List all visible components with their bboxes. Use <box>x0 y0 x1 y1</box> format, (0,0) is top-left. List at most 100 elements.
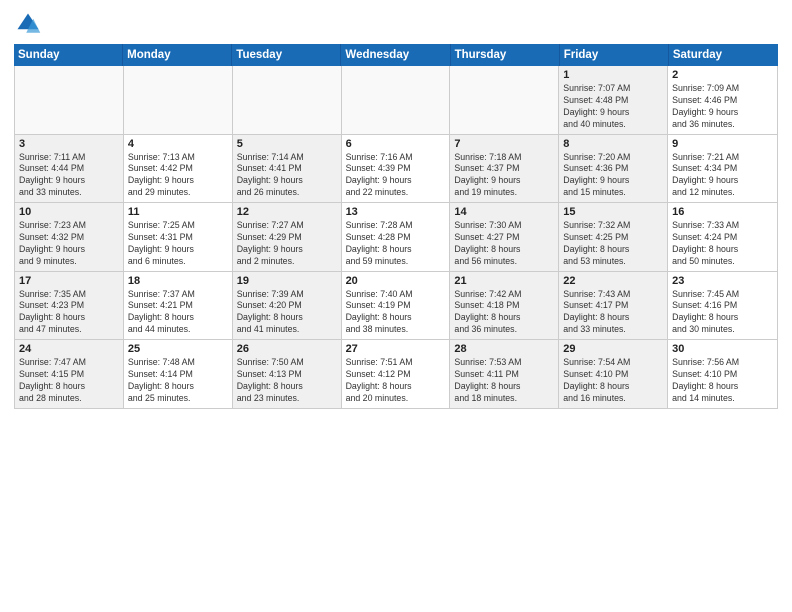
day-info: Sunrise: 7:35 AM Sunset: 4:23 PM Dayligh… <box>19 289 119 337</box>
day-info: Sunrise: 7:14 AM Sunset: 4:41 PM Dayligh… <box>237 152 337 200</box>
day-info: Sunrise: 7:37 AM Sunset: 4:21 PM Dayligh… <box>128 289 228 337</box>
day-number: 27 <box>346 343 446 355</box>
header <box>14 10 778 38</box>
day-number: 10 <box>19 206 119 218</box>
day-info: Sunrise: 7:28 AM Sunset: 4:28 PM Dayligh… <box>346 220 446 268</box>
day-info: Sunrise: 7:25 AM Sunset: 4:31 PM Dayligh… <box>128 220 228 268</box>
cal-cell: 12 Sunrise: 7:27 AM Sunset: 4:29 PM Dayli… <box>233 203 342 271</box>
day-info: Sunrise: 7:18 AM Sunset: 4:37 PM Dayligh… <box>454 152 554 200</box>
day-info: Sunrise: 7:51 AM Sunset: 4:12 PM Dayligh… <box>346 357 446 405</box>
cal-cell: 15 Sunrise: 7:32 AM Sunset: 4:25 PM Dayli… <box>559 203 668 271</box>
day-number: 29 <box>563 343 663 355</box>
day-number: 3 <box>19 138 119 150</box>
week-row-4: 17 Sunrise: 7:35 AM Sunset: 4:23 PM Dayli… <box>15 272 777 341</box>
cal-cell: 22Sunrise: 7:43 AM Sunset: 4:17 PM Dayli… <box>559 272 668 340</box>
cal-cell: 5 Sunrise: 7:14 AM Sunset: 4:41 PM Daylig… <box>233 135 342 203</box>
day-number: 22 <box>563 275 663 287</box>
day-number: 25 <box>128 343 228 355</box>
day-number: 21 <box>454 275 554 287</box>
calendar: SundayMondayTuesdayWednesdayThursdayFrid… <box>14 44 778 602</box>
day-info: Sunrise: 7:21 AM Sunset: 4:34 PM Dayligh… <box>672 152 773 200</box>
cal-cell: 3 Sunrise: 7:11 AM Sunset: 4:44 PM Daylig… <box>15 135 124 203</box>
cal-cell: 2 Sunrise: 7:09 AM Sunset: 4:46 PM Daylig… <box>668 66 777 134</box>
logo-icon <box>14 10 42 38</box>
col-header-thursday: Thursday <box>451 44 560 66</box>
day-number: 2 <box>672 69 773 81</box>
day-number: 6 <box>346 138 446 150</box>
day-info: Sunrise: 7:11 AM Sunset: 4:44 PM Dayligh… <box>19 152 119 200</box>
day-info: Sunrise: 7:30 AM Sunset: 4:27 PM Dayligh… <box>454 220 554 268</box>
day-info: Sunrise: 7:23 AM Sunset: 4:32 PM Dayligh… <box>19 220 119 268</box>
cal-cell: 27 Sunrise: 7:51 AM Sunset: 4:12 PM Dayli… <box>342 340 451 408</box>
cal-cell: 19 Sunrise: 7:39 AM Sunset: 4:20 PM Dayli… <box>233 272 342 340</box>
day-info: Sunrise: 7:27 AM Sunset: 4:29 PM Dayligh… <box>237 220 337 268</box>
day-info: Sunrise: 7:53 AM Sunset: 4:11 PM Dayligh… <box>454 357 554 405</box>
col-header-wednesday: Wednesday <box>341 44 450 66</box>
cal-cell: 17 Sunrise: 7:35 AM Sunset: 4:23 PM Dayli… <box>15 272 124 340</box>
day-number: 15 <box>563 206 663 218</box>
day-info: Sunrise: 7:20 AM Sunset: 4:36 PM Dayligh… <box>563 152 663 200</box>
cal-cell: 18Sunrise: 7:37 AM Sunset: 4:21 PM Dayli… <box>124 272 233 340</box>
day-number: 5 <box>237 138 337 150</box>
calendar-header-row: SundayMondayTuesdayWednesdayThursdayFrid… <box>14 44 778 66</box>
day-info: Sunrise: 7:47 AM Sunset: 4:15 PM Dayligh… <box>19 357 119 405</box>
day-info: Sunrise: 7:39 AM Sunset: 4:20 PM Dayligh… <box>237 289 337 337</box>
day-number: 17 <box>19 275 119 287</box>
calendar-body: 1Sunrise: 7:07 AM Sunset: 4:48 PM Daylig… <box>15 66 777 408</box>
cal-cell: 29 Sunrise: 7:54 AM Sunset: 4:10 PM Dayli… <box>559 340 668 408</box>
week-row-5: 24 Sunrise: 7:47 AM Sunset: 4:15 PM Dayli… <box>15 340 777 408</box>
day-number: 13 <box>346 206 446 218</box>
day-number: 24 <box>19 343 119 355</box>
day-number: 14 <box>454 206 554 218</box>
day-number: 30 <box>672 343 773 355</box>
cal-cell: 9Sunrise: 7:21 AM Sunset: 4:34 PM Daylig… <box>668 135 777 203</box>
day-info: Sunrise: 7:50 AM Sunset: 4:13 PM Dayligh… <box>237 357 337 405</box>
day-info: Sunrise: 7:16 AM Sunset: 4:39 PM Dayligh… <box>346 152 446 200</box>
cal-cell <box>15 66 124 134</box>
cal-cell <box>342 66 451 134</box>
cal-cell <box>233 66 342 134</box>
day-info: Sunrise: 7:13 AM Sunset: 4:42 PM Dayligh… <box>128 152 228 200</box>
day-info: Sunrise: 7:40 AM Sunset: 4:19 PM Dayligh… <box>346 289 446 337</box>
day-number: 26 <box>237 343 337 355</box>
page: SundayMondayTuesdayWednesdayThursdayFrid… <box>0 0 792 612</box>
cal-cell: 28 Sunrise: 7:53 AM Sunset: 4:11 PM Dayli… <box>450 340 559 408</box>
day-info: Sunrise: 7:32 AM Sunset: 4:25 PM Dayligh… <box>563 220 663 268</box>
day-number: 28 <box>454 343 554 355</box>
cal-cell: 6 Sunrise: 7:16 AM Sunset: 4:39 PM Daylig… <box>342 135 451 203</box>
cal-cell: 23Sunrise: 7:45 AM Sunset: 4:16 PM Dayli… <box>668 272 777 340</box>
day-info: Sunrise: 7:09 AM Sunset: 4:46 PM Dayligh… <box>672 83 773 131</box>
day-info: Sunrise: 7:54 AM Sunset: 4:10 PM Dayligh… <box>563 357 663 405</box>
day-info: Sunrise: 7:48 AM Sunset: 4:14 PM Dayligh… <box>128 357 228 405</box>
cal-cell: 25 Sunrise: 7:48 AM Sunset: 4:14 PM Dayli… <box>124 340 233 408</box>
cal-cell: 14 Sunrise: 7:30 AM Sunset: 4:27 PM Dayli… <box>450 203 559 271</box>
calendar-body-outer: 1Sunrise: 7:07 AM Sunset: 4:48 PM Daylig… <box>14 66 778 409</box>
day-number: 12 <box>237 206 337 218</box>
col-header-friday: Friday <box>560 44 669 66</box>
cal-cell: 10 Sunrise: 7:23 AM Sunset: 4:32 PM Dayli… <box>15 203 124 271</box>
cal-cell: 21Sunrise: 7:42 AM Sunset: 4:18 PM Dayli… <box>450 272 559 340</box>
cal-cell: 11 Sunrise: 7:25 AM Sunset: 4:31 PM Dayli… <box>124 203 233 271</box>
day-info: Sunrise: 7:33 AM Sunset: 4:24 PM Dayligh… <box>672 220 773 268</box>
day-number: 19 <box>237 275 337 287</box>
cal-cell: 4 Sunrise: 7:13 AM Sunset: 4:42 PM Daylig… <box>124 135 233 203</box>
cal-cell: 13 Sunrise: 7:28 AM Sunset: 4:28 PM Dayli… <box>342 203 451 271</box>
day-number: 11 <box>128 206 228 218</box>
cal-cell: 30 Sunrise: 7:56 AM Sunset: 4:10 PM Dayli… <box>668 340 777 408</box>
day-number: 8 <box>563 138 663 150</box>
cal-cell: 20 Sunrise: 7:40 AM Sunset: 4:19 PM Dayli… <box>342 272 451 340</box>
week-row-3: 10 Sunrise: 7:23 AM Sunset: 4:32 PM Dayli… <box>15 203 777 272</box>
day-info: Sunrise: 7:07 AM Sunset: 4:48 PM Dayligh… <box>563 83 663 131</box>
week-row-2: 3 Sunrise: 7:11 AM Sunset: 4:44 PM Daylig… <box>15 135 777 204</box>
day-info: Sunrise: 7:56 AM Sunset: 4:10 PM Dayligh… <box>672 357 773 405</box>
day-number: 4 <box>128 138 228 150</box>
cal-cell: 1Sunrise: 7:07 AM Sunset: 4:48 PM Daylig… <box>559 66 668 134</box>
day-number: 7 <box>454 138 554 150</box>
col-header-tuesday: Tuesday <box>232 44 341 66</box>
cal-cell: 16Sunrise: 7:33 AM Sunset: 4:24 PM Dayli… <box>668 203 777 271</box>
day-info: Sunrise: 7:45 AM Sunset: 4:16 PM Dayligh… <box>672 289 773 337</box>
col-header-monday: Monday <box>123 44 232 66</box>
cal-cell: 8 Sunrise: 7:20 AM Sunset: 4:36 PM Daylig… <box>559 135 668 203</box>
cal-cell <box>450 66 559 134</box>
day-number: 20 <box>346 275 446 287</box>
